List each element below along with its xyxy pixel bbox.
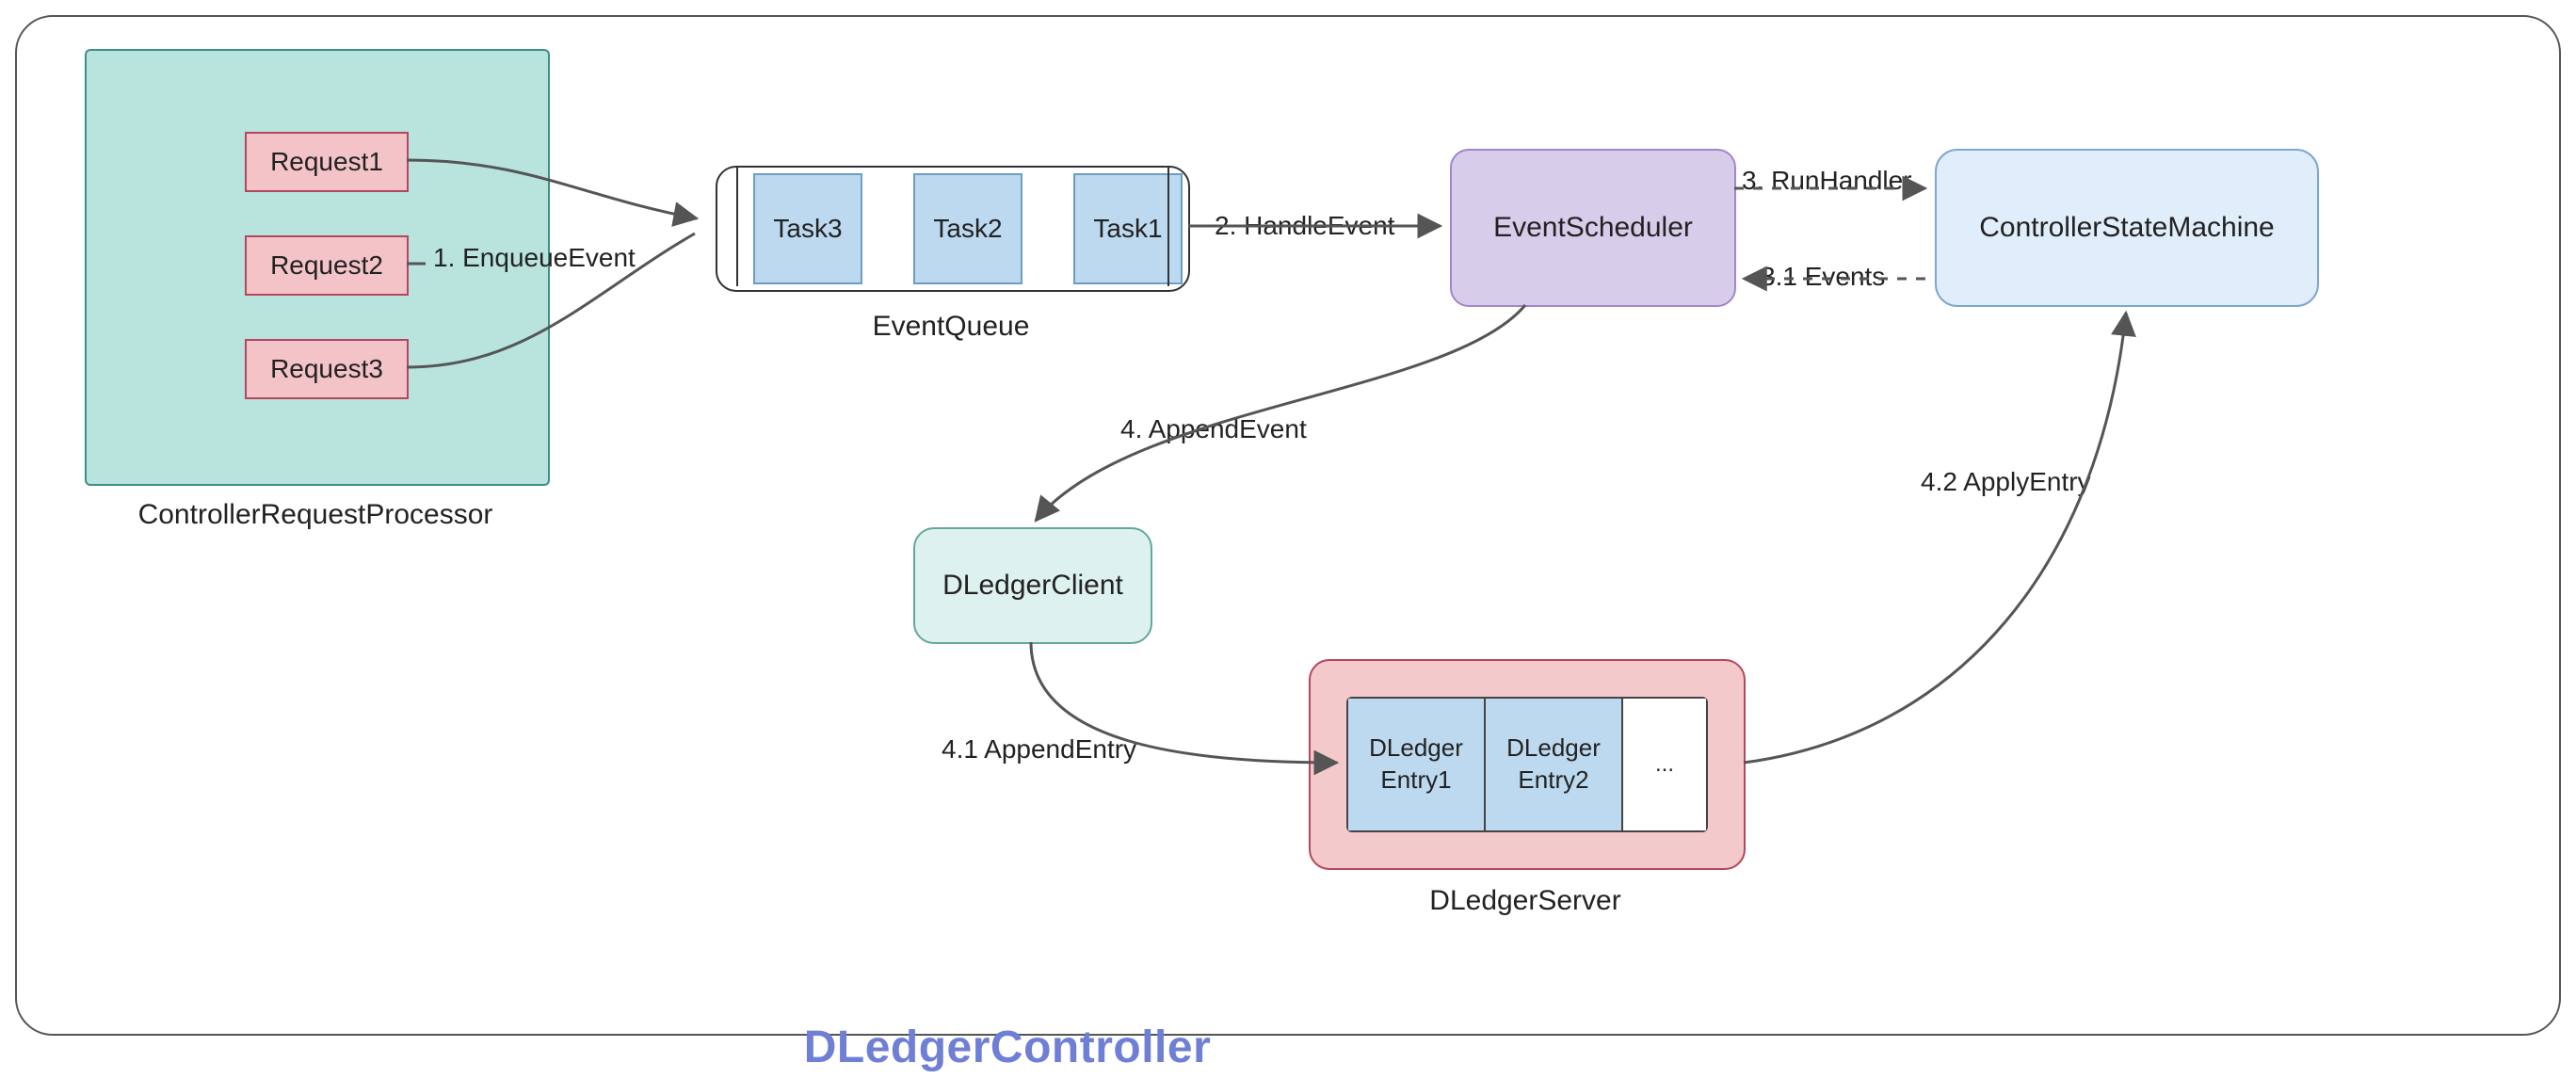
event-scheduler-box: EventScheduler <box>1450 149 1736 307</box>
dledger-entry-2: DLedger Entry2 <box>1486 699 1623 830</box>
diagram-title: DLedgerController <box>0 1022 2015 1073</box>
queue-bar <box>1167 168 1179 286</box>
task-1: Task1 <box>1073 173 1183 284</box>
event-queue-label: EventQueue <box>716 311 1186 343</box>
dledger-entry-more: ... <box>1623 699 1706 830</box>
dledger-client-box: DLedgerClient <box>913 527 1152 644</box>
request-2: Request2 <box>245 235 409 296</box>
dledger-entry-log: DLedger Entry1 DLedger Entry2 ... <box>1346 697 1708 832</box>
dledger-server-label: DLedgerServer <box>1309 885 1742 917</box>
edge-enqueue-event-label: 1. EnqueueEvent <box>433 243 636 273</box>
edge-run-handler-label: 3. RunHandler <box>1742 166 1912 196</box>
controller-state-machine-box: ControllerStateMachine <box>1935 149 2319 307</box>
dledger-entry-1: DLedger Entry1 <box>1348 699 1486 830</box>
edge-apply-entry-label: 4.2 ApplyEntry <box>1921 467 2091 497</box>
task-2: Task2 <box>913 173 1022 284</box>
request-3: Request3 <box>245 339 409 399</box>
edge-append-event-label: 4. AppendEvent <box>1120 414 1307 444</box>
request-1: Request1 <box>245 132 409 192</box>
task-3: Task3 <box>753 173 862 284</box>
edge-handle-event-label: 2. HandleEvent <box>1215 211 1394 241</box>
request-processor-label: ControllerRequestProcessor <box>85 499 546 531</box>
edge-append-entry-label: 4.1 AppendEntry <box>942 734 1136 765</box>
diagram-canvas: Request1 Request2 Request3 ControllerReq… <box>0 0 2576 1079</box>
edge-events-label: 3.1 Events <box>1761 262 1885 292</box>
queue-bar <box>727 168 738 286</box>
